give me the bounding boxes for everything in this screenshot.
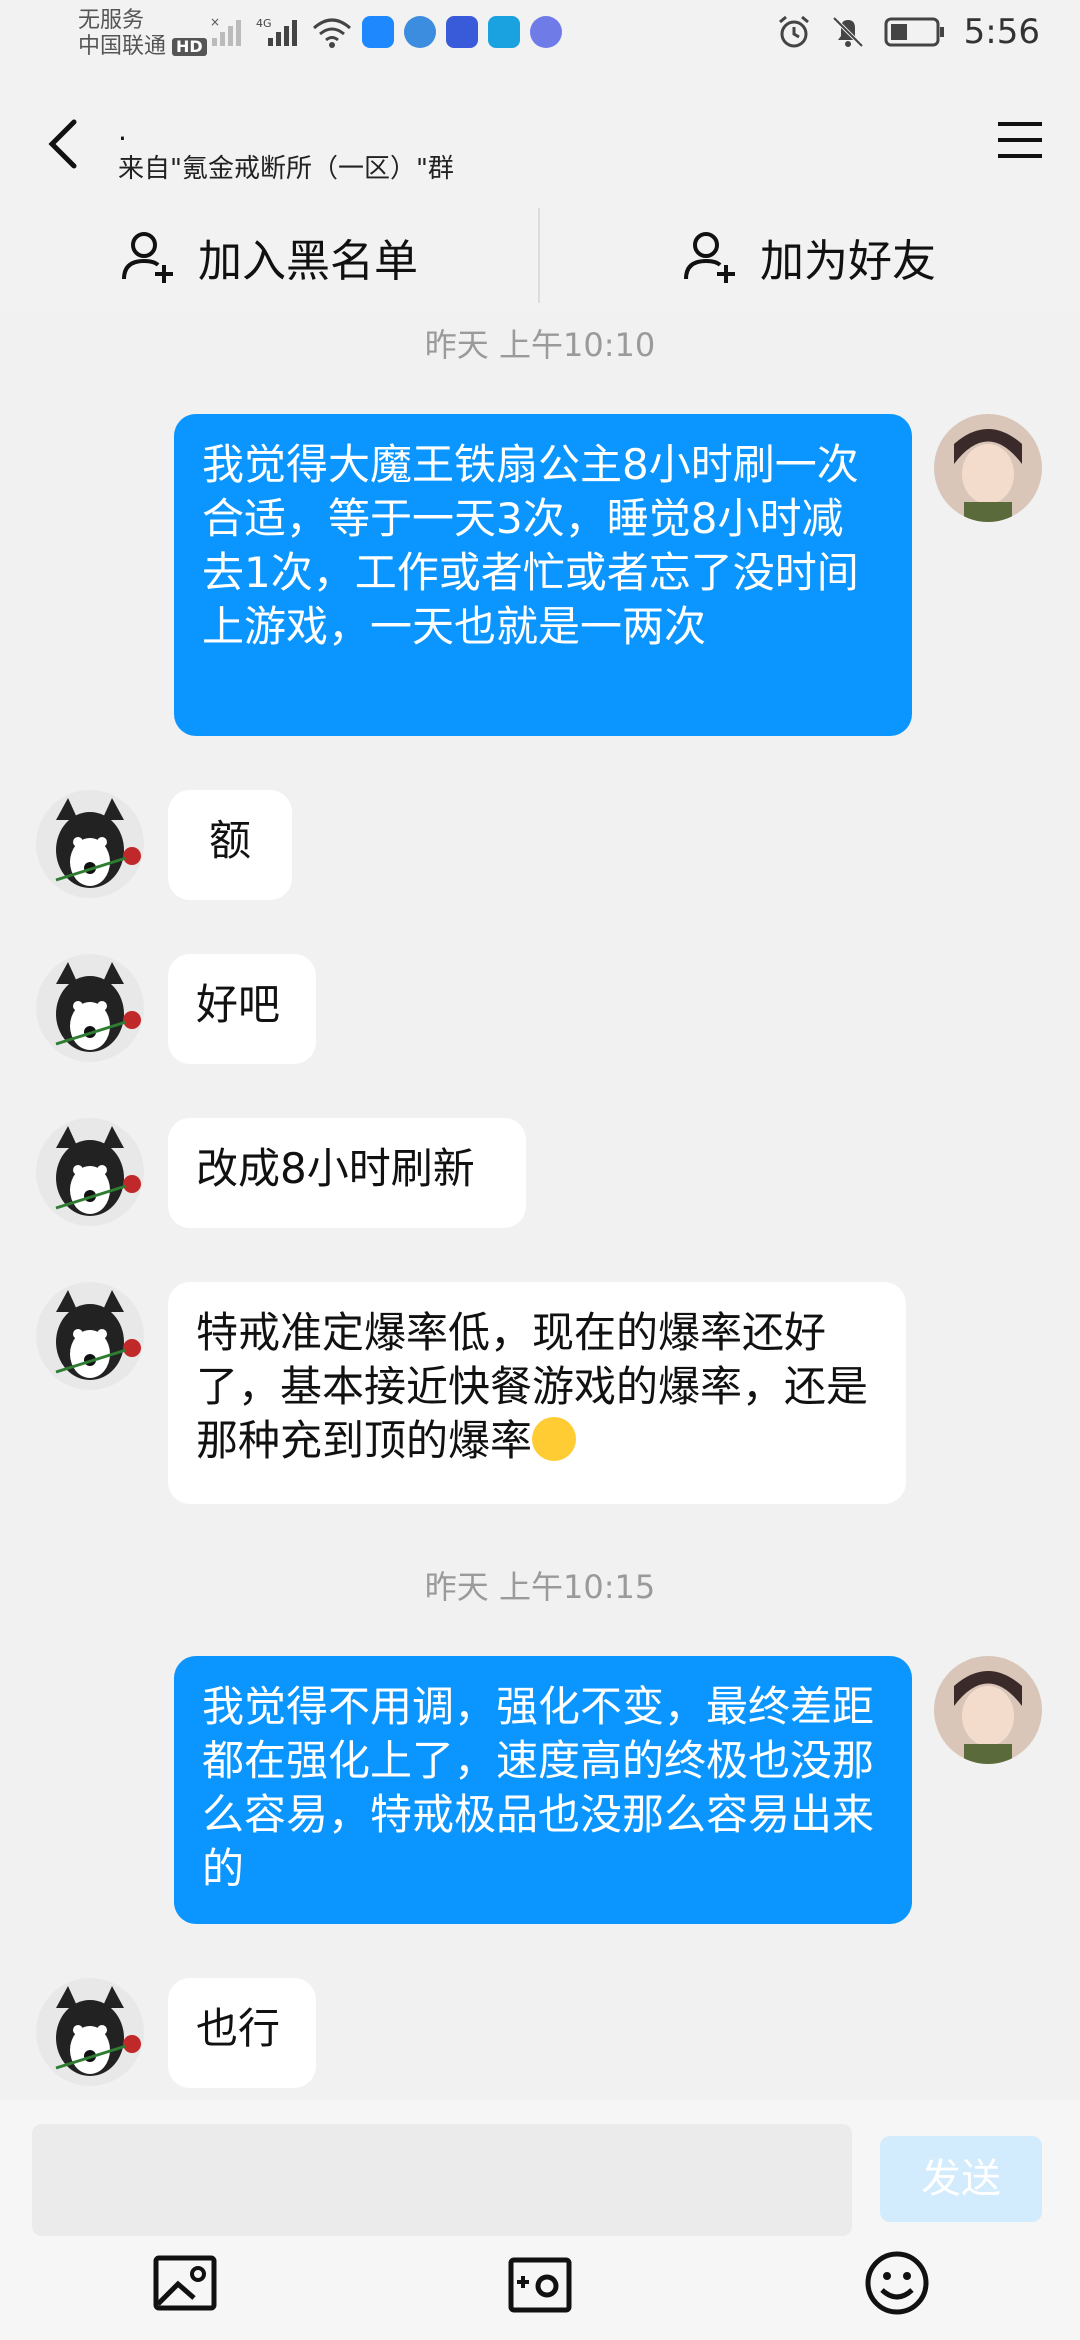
sender-avatar[interactable] xyxy=(36,790,144,898)
add-friend-label: 加为好友 xyxy=(760,236,936,287)
emoji-icon[interactable] xyxy=(862,2248,932,2318)
hd-badge: HD xyxy=(172,38,207,56)
message-composer: 发送 xyxy=(0,2100,1080,2340)
add-user-icon xyxy=(684,232,735,283)
husky-avatar-image xyxy=(36,954,144,1062)
add-to-blacklist-button[interactable]: 加入黑名单 xyxy=(118,202,418,312)
mute-bell-icon xyxy=(832,16,864,48)
action-divider xyxy=(538,208,540,303)
alarm-icon xyxy=(778,15,809,48)
image-picker-icon[interactable] xyxy=(150,2248,220,2318)
avatar-image xyxy=(934,414,1042,522)
husky-avatar-image xyxy=(36,790,144,898)
status-icons-left: × 4G xyxy=(210,16,562,48)
status-bar: 无服务 中国联通 HD × 4G 5:56 xyxy=(0,0,1080,72)
message-bubble-incoming[interactable]: 好吧 xyxy=(168,954,316,1064)
avatar-image xyxy=(934,1656,1042,1764)
status-icons-right: 5:56 xyxy=(776,12,1040,52)
chat-title: . xyxy=(118,114,127,147)
message-input[interactable] xyxy=(32,2124,852,2236)
svg-text:×: × xyxy=(210,16,220,29)
chat-app-icon xyxy=(488,16,520,48)
message-bubble-incoming[interactable]: 特戒准定爆率低，现在的爆率还好了，基本接近快餐游戏的爆率，还是那种充到顶的爆率 xyxy=(168,1282,906,1504)
message-timestamp: 昨天 上午10:10 xyxy=(424,326,656,364)
no-signal-icon: × xyxy=(210,16,241,46)
my-avatar[interactable] xyxy=(934,414,1042,522)
svg-text:4G: 4G xyxy=(256,17,272,30)
back-arrow-icon[interactable] xyxy=(42,114,82,174)
qq-app-icon xyxy=(446,16,478,48)
message-bubble-outgoing[interactable]: 我觉得大魔王铁扇公主8小时刷一次合适，等于一天3次，睡觉8小时减去1次，工作或者… xyxy=(174,414,912,736)
laughing-tears-emoji-icon xyxy=(532,1417,577,1461)
carrier-line2: 中国联通 xyxy=(78,34,167,59)
browser-app-icon xyxy=(404,16,436,48)
message-bubble-incoming[interactable]: 也行 xyxy=(168,1978,316,2088)
sender-avatar[interactable] xyxy=(36,1118,144,1226)
action-bar: 加入黑名单 加为好友 xyxy=(0,202,1080,312)
add-user-icon xyxy=(122,232,173,283)
music-app-icon xyxy=(530,16,562,48)
chat-subtitle: 来自"氪金戒断所（一区）"群 xyxy=(118,154,454,184)
signal-4g-icon: 4G xyxy=(256,17,297,46)
menu-icon[interactable] xyxy=(996,116,1044,164)
husky-avatar-image xyxy=(36,1118,144,1226)
clock-time: 5:56 xyxy=(963,12,1040,52)
weather-app-icon xyxy=(362,16,394,48)
carrier-info: 无服务 中国联通 HD xyxy=(78,8,207,60)
battery-icon xyxy=(884,17,944,47)
message-bubble-incoming[interactable]: 改成8小时刷新 xyxy=(168,1118,526,1228)
sender-avatar[interactable] xyxy=(36,1282,144,1390)
husky-avatar-image xyxy=(36,1978,144,2086)
blacklist-label: 加入黑名单 xyxy=(198,236,418,287)
my-avatar[interactable] xyxy=(934,1656,1042,1764)
carrier-line1: 无服务 xyxy=(78,8,145,33)
send-button[interactable]: 发送 xyxy=(880,2136,1042,2222)
sender-avatar[interactable] xyxy=(36,954,144,1062)
message-bubble-outgoing[interactable]: 我觉得不用调，强化不变，最终差距都在强化上了，速度高的终极也没那么容易，特戒极品… xyxy=(174,1656,912,1924)
camera-icon[interactable] xyxy=(505,2248,575,2318)
add-friend-button[interactable]: 加为好友 xyxy=(680,202,936,312)
chat-header: . 来自"氪金戒断所（一区）"群 xyxy=(0,72,1080,202)
message-bubble-incoming[interactable]: 额 xyxy=(168,790,292,900)
message-timestamp: 昨天 上午10:15 xyxy=(424,1568,656,1606)
sender-avatar[interactable] xyxy=(36,1978,144,2086)
husky-avatar-image xyxy=(36,1282,144,1390)
wifi-icon xyxy=(313,18,351,48)
